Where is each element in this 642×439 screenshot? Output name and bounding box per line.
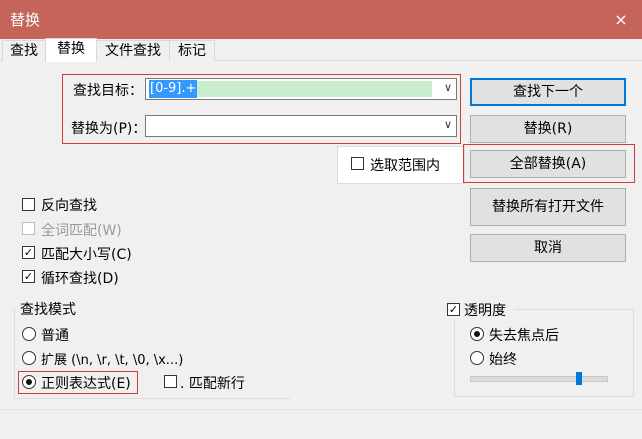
mode-regex-label: 正则表达式(E) (41, 376, 131, 392)
match-case-checkbox[interactable]: ✓ (22, 246, 35, 259)
dialog-footer (0, 409, 642, 439)
checkmark-icon: ✓ (23, 246, 34, 259)
tab-label: 查找 (10, 43, 38, 59)
mode-extended-label: 扩展 (\n, \r, \t, \0, \x...) (41, 353, 184, 368)
find-input-value: [0-9].+ (149, 80, 198, 98)
in-selection-checkbox[interactable] (351, 157, 364, 170)
window-title: 替换 (10, 11, 41, 29)
find-next-button[interactable]: 查找下一个 (470, 78, 626, 106)
replace-label: 替换为(P)： (71, 121, 147, 137)
chevron-down-icon[interactable]: ∨ (444, 81, 452, 94)
chevron-down-icon[interactable]: ∨ (444, 118, 452, 131)
tab-find-in-files[interactable]: 文件查找 (96, 40, 170, 61)
find-label: 查找目标： (73, 83, 143, 99)
close-icon: × (614, 10, 628, 29)
transparency-checkbox[interactable]: ✓ (447, 303, 460, 316)
whole-word-label: 全词匹配(W) (41, 223, 122, 239)
tab-find[interactable]: 查找 (2, 40, 46, 61)
tab-mark[interactable]: 标记 (169, 40, 215, 61)
dot-matches-newline-checkbox[interactable] (164, 375, 177, 388)
tab-label: 替换 (57, 41, 85, 57)
checkmark-icon: ✓ (448, 303, 459, 316)
transparency-slider-track[interactable] (470, 376, 608, 382)
transparency-slider-thumb[interactable] (575, 372, 582, 385)
replace-all-open-files-button[interactable]: 替换所有打开文件 (470, 188, 626, 226)
cancel-button[interactable]: 取消 (470, 234, 626, 262)
replace-all-button[interactable]: 全部替换(A) (470, 150, 626, 178)
backward-search-checkbox[interactable] (22, 198, 35, 211)
transparency-label: 透明度 (464, 303, 506, 319)
mode-regex-radio[interactable] (22, 375, 36, 389)
always-label: 始终 (489, 352, 517, 368)
close-button[interactable]: × (606, 6, 636, 34)
tab-label: 文件查找 (105, 43, 161, 59)
whole-word-checkbox[interactable] (22, 222, 35, 235)
title-bar: 替换 × (0, 0, 642, 39)
in-selection-label: 选取范围内 (370, 158, 440, 174)
mode-normal-label: 普通 (41, 328, 69, 344)
always-radio[interactable] (470, 351, 484, 365)
wrap-around-label: 循环查找(D) (41, 271, 119, 287)
wrap-around-checkbox[interactable]: ✓ (22, 270, 35, 283)
replace-input[interactable]: ∨ (145, 115, 457, 137)
dot-matches-newline-label: . 匹配新行 (180, 376, 245, 392)
mode-normal-radio[interactable] (22, 327, 36, 341)
tab-replace[interactable]: 替换 (45, 38, 97, 62)
backward-search-label: 反向查找 (41, 198, 97, 214)
tab-label: 标记 (178, 43, 206, 59)
on-lose-focus-label: 失去焦点后 (489, 328, 559, 344)
replace-button[interactable]: 替换(R) (470, 115, 626, 143)
find-input[interactable]: [0-9].+ ∨ (145, 78, 457, 100)
match-case-label: 匹配大小写(C) (41, 247, 132, 263)
mode-extended-radio[interactable] (22, 351, 36, 365)
on-lose-focus-radio[interactable] (470, 327, 484, 341)
checkmark-icon: ✓ (23, 270, 34, 283)
